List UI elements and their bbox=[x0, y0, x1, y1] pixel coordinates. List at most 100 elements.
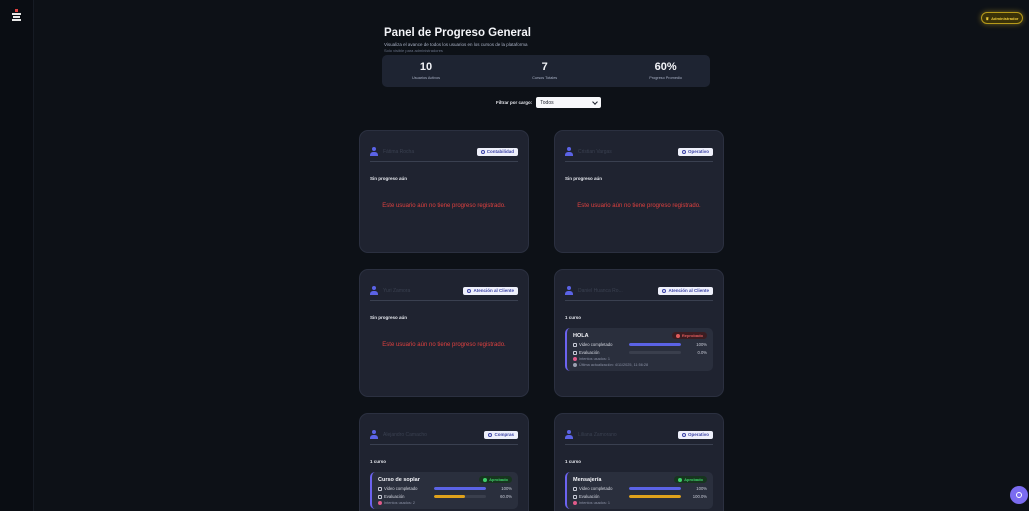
course-name: Curso de soplar bbox=[378, 476, 420, 483]
department-label: Atención al Cliente bbox=[668, 288, 709, 293]
user-name: Cristian Vargas bbox=[578, 148, 612, 155]
attempts-text: Intentos usados: 1 bbox=[579, 357, 611, 361]
department-badge: Atención al Cliente bbox=[658, 286, 713, 295]
floating-action-button[interactable] bbox=[1010, 486, 1028, 504]
course-progress[interactable]: Mensajería Aprobado Video completado 100… bbox=[565, 472, 713, 509]
progress-bar bbox=[434, 487, 486, 490]
user-name: Alejandro Camacho bbox=[383, 431, 427, 438]
stat-average-progress: 60% Progreso Promedio bbox=[649, 62, 682, 87]
empty-progress-message: Este usuario aún no tiene progreso regis… bbox=[577, 203, 701, 209]
attempts-info: Intentos usados: 1 bbox=[573, 501, 707, 505]
video-icon bbox=[378, 486, 382, 491]
role-filter: Filtrar por cargo: Todos bbox=[496, 97, 602, 108]
result-label: Aprobado bbox=[489, 477, 508, 482]
page-title: Panel de Progreso General bbox=[384, 27, 532, 39]
course-progress[interactable]: Curso de soplar Aprobado Video completad… bbox=[370, 472, 518, 509]
result-label: Reprobado bbox=[681, 333, 703, 338]
user-icon bbox=[565, 147, 573, 156]
evaluation-progress-row: Evaluación 0.0% bbox=[573, 350, 707, 355]
stat-label: Progreso Promedio bbox=[649, 76, 682, 80]
attempts-icon bbox=[378, 501, 382, 505]
user-name: Fátima Rocha bbox=[383, 148, 415, 155]
row-label: Video completado bbox=[579, 486, 613, 491]
progress-fill bbox=[629, 487, 681, 490]
result-badge: Aprobado bbox=[479, 476, 512, 483]
progress-bar bbox=[629, 487, 681, 490]
stat-total-courses: 7 Cursos Totales bbox=[532, 62, 557, 87]
progress-fill bbox=[434, 487, 486, 490]
department-label: Atención al Cliente bbox=[473, 288, 514, 293]
course-progress[interactable]: HOLA Reprobado Video completado 100% Eva… bbox=[565, 328, 713, 371]
attempts-info: Intentos usados: 1 bbox=[573, 357, 707, 361]
person-icon bbox=[480, 149, 485, 154]
person-icon bbox=[681, 149, 686, 154]
department-badge: Contabilidad bbox=[476, 147, 518, 156]
person-icon bbox=[467, 288, 472, 293]
progress-fill bbox=[629, 343, 681, 346]
row-value: 100.0% bbox=[692, 494, 707, 499]
attempts-info: Intentos usados: 2 bbox=[378, 501, 512, 505]
progress-bar bbox=[629, 351, 681, 354]
progress-fill bbox=[629, 495, 681, 498]
department-label: Compras bbox=[494, 432, 514, 437]
row-label: Video completado bbox=[384, 486, 418, 491]
progress-bar bbox=[629, 343, 681, 346]
department-badge: Atención al Cliente bbox=[463, 286, 518, 295]
result-label: Aprobado bbox=[684, 477, 703, 482]
row-value: 100% bbox=[501, 486, 512, 491]
user-name: Yuri Zamora bbox=[383, 287, 411, 294]
row-value: 60.0% bbox=[500, 494, 512, 499]
stat-value: 60% bbox=[654, 61, 677, 73]
chart-icon bbox=[573, 494, 577, 499]
chart-icon bbox=[573, 350, 577, 355]
progress-status: Sin progreso aún bbox=[565, 176, 603, 181]
video-icon bbox=[573, 342, 577, 347]
department-label: Operativo bbox=[687, 149, 709, 154]
row-label: Evaluación bbox=[384, 494, 405, 499]
progress-status: 1 curso bbox=[370, 459, 387, 464]
progress-status: Sin progreso aún bbox=[370, 176, 408, 181]
last-update-info: Última actualización: 4/11/2025, 11:56:2… bbox=[573, 363, 707, 367]
logo-icon[interactable] bbox=[11, 9, 22, 21]
stat-value: 10 bbox=[419, 61, 433, 73]
user-card: Daniel Huanca Ro... Atención al Cliente … bbox=[554, 269, 724, 397]
page-subtitle: Visualiza el avance de todos los usuario… bbox=[384, 42, 528, 47]
admin-badge-label: Administrador bbox=[991, 15, 1019, 21]
filter-label: Filtrar por cargo: bbox=[496, 100, 533, 105]
admin-role-badge[interactable]: ♛ Administrador bbox=[981, 12, 1023, 24]
user-icon bbox=[370, 430, 378, 439]
row-value: 100% bbox=[696, 486, 707, 491]
role-select[interactable]: Todos bbox=[536, 97, 602, 108]
department-label: Contabilidad bbox=[486, 149, 514, 154]
person-icon bbox=[681, 432, 686, 437]
stats-panel: 10 Usuarios Activos 7 Cursos Totales 60%… bbox=[382, 55, 710, 87]
clock-icon bbox=[573, 363, 577, 367]
row-value: 100% bbox=[696, 342, 707, 347]
course-name: Mensajería bbox=[573, 476, 602, 483]
result-badge: Reprobado bbox=[671, 332, 707, 339]
evaluation-progress-row: Evaluación 60.0% bbox=[378, 494, 512, 499]
stat-active-users: 10 Usuarios Activos bbox=[412, 62, 440, 87]
user-icon bbox=[565, 286, 573, 295]
attempts-text: Intentos usados: 2 bbox=[384, 501, 416, 505]
user-card: Cristian Vargas Operativo Sin progreso a… bbox=[554, 130, 724, 253]
department-badge: Compras bbox=[484, 430, 518, 439]
stat-value: 7 bbox=[541, 61, 548, 73]
attempts-text: Intentos usados: 1 bbox=[579, 501, 611, 505]
chart-icon bbox=[378, 494, 382, 499]
role-select-value: Todos bbox=[540, 99, 554, 106]
user-card: Yuri Zamora Atención al Cliente Sin prog… bbox=[359, 269, 529, 397]
course-name: HOLA bbox=[573, 332, 589, 339]
user-icon bbox=[565, 430, 573, 439]
progress-bar bbox=[629, 495, 681, 498]
result-badge: Aprobado bbox=[674, 476, 707, 483]
page-header: Panel de Progreso General Visualiza el a… bbox=[384, 27, 714, 53]
status-dot-icon bbox=[678, 477, 683, 482]
user-card: Liliana Zamorano Operativo 1 curso Mensa… bbox=[554, 413, 724, 511]
stat-label: Cursos Totales bbox=[532, 76, 558, 80]
status-dot-icon bbox=[483, 477, 488, 482]
progress-status: Sin progreso aún bbox=[370, 315, 408, 320]
progress-status: 1 curso bbox=[565, 315, 582, 320]
progress-status: 1 curso bbox=[565, 459, 582, 464]
user-name: Liliana Zamorano bbox=[578, 431, 617, 438]
